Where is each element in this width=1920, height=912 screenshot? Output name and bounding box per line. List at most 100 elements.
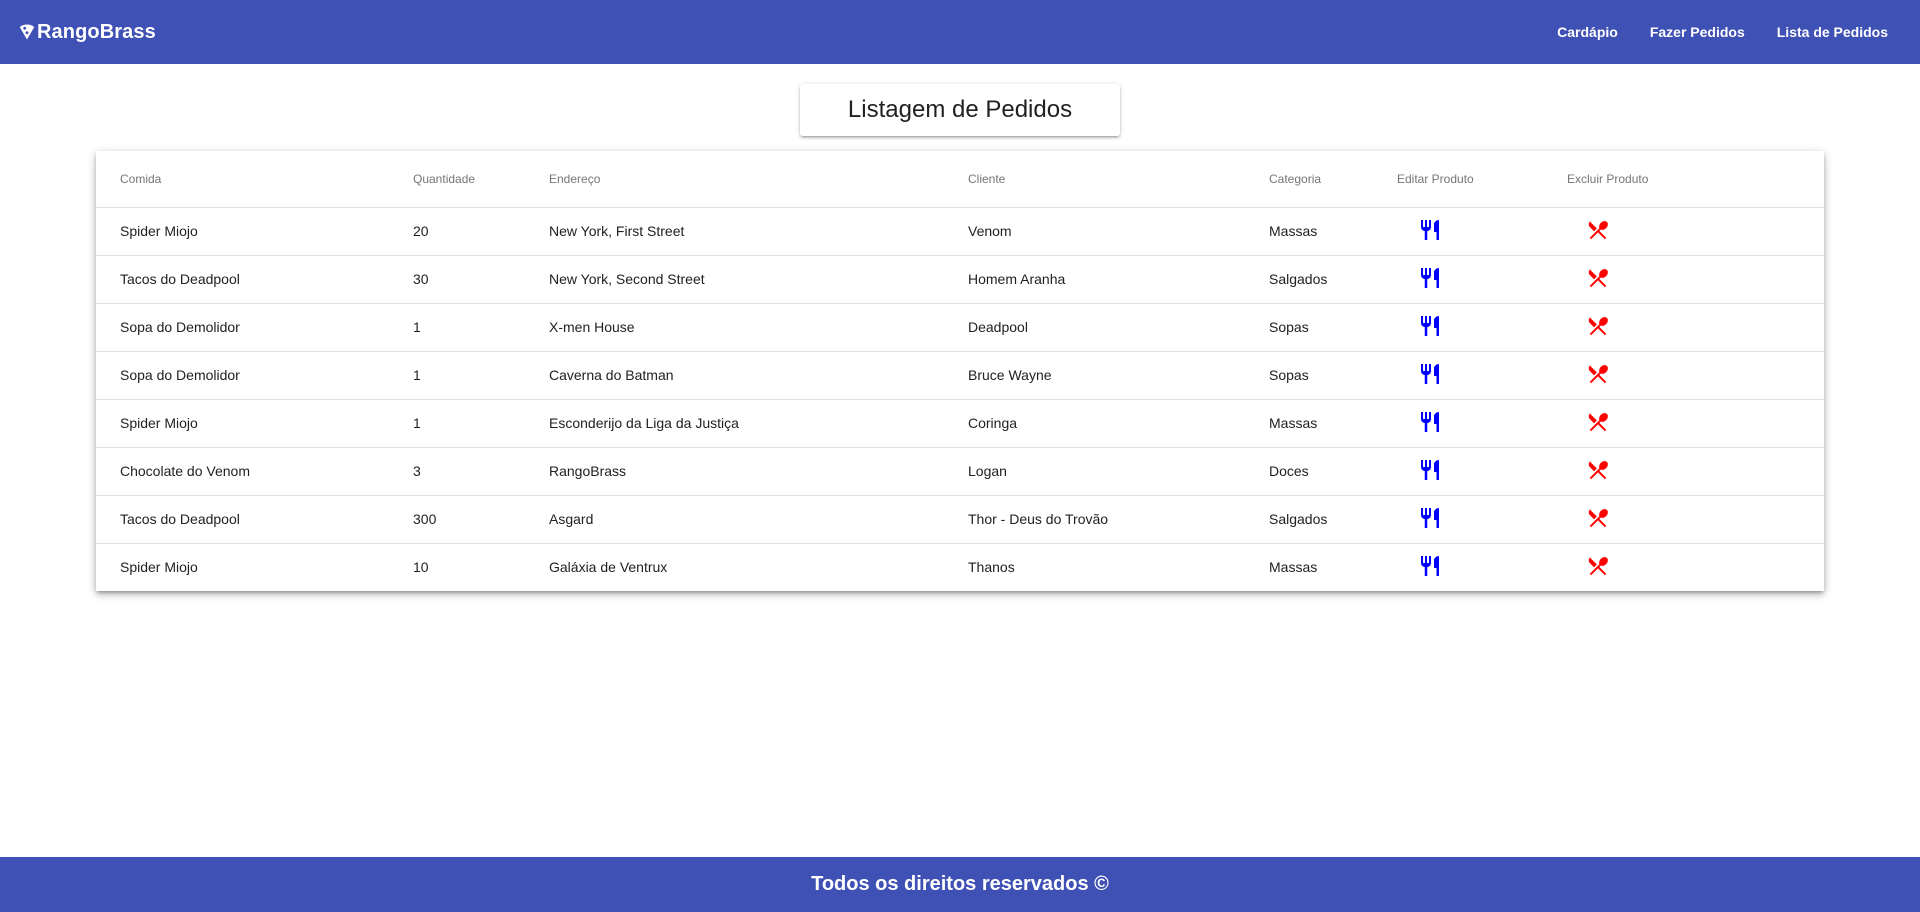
cell-editar [1397,543,1567,591]
delete-button[interactable] [1586,506,1610,530]
delete-button[interactable] [1586,218,1610,242]
header-categoria: Categoria [1269,151,1397,208]
pizza-icon [19,24,35,40]
edit-button[interactable] [1418,410,1442,434]
brand-logo[interactable]: RangoBrass [18,21,156,44]
fork-knife-icon [1418,218,1442,242]
delete-button[interactable] [1586,554,1610,578]
delete-button[interactable] [1586,314,1610,338]
cell-editar [1397,447,1567,496]
delete-button[interactable] [1586,362,1610,386]
header-quantidade: Quantidade [413,151,549,208]
table-row: Spider Miojo 20 New York, First Street V… [96,207,1824,256]
cell-quantidade: 1 [413,303,549,352]
edit-button[interactable] [1418,506,1442,530]
cell-categoria: Sopas [1269,351,1397,400]
cell-cliente: Coringa [968,399,1269,448]
cell-endereco: New York, First Street [549,207,968,256]
table-row: Tacos do Deadpool 30 New York, Second St… [96,255,1824,304]
cell-comida: Tacos do Deadpool [96,495,413,544]
brand-name: RangoBrass [37,20,156,43]
cell-categoria: Massas [1269,559,1318,576]
crossed-fork-knife-icon [1586,506,1610,530]
fork-knife-icon [1418,554,1442,578]
table-row: Tacos do Deadpool 300 Asgard Thor - Deus… [96,495,1824,544]
cell-editar [1397,399,1567,448]
edit-button[interactable] [1418,218,1442,242]
nav-link-lista-de-pedidos[interactable]: Lista de Pedidos [1761,0,1902,64]
cell-excluir [1567,351,1824,400]
fork-knife-icon [1418,266,1442,290]
crossed-fork-knife-icon [1586,218,1610,242]
cell-cliente: Venom [968,207,1269,256]
fork-knife-icon [1418,410,1442,434]
nav-link-fazer-pedidos[interactable]: Fazer Pedidos [1634,0,1761,64]
cell-comida: Sopa do Demolidor [96,351,413,400]
cell-quantidade: 1 [413,351,549,400]
page-title: Listagem de Pedidos [800,84,1120,136]
edit-button[interactable] [1418,458,1442,482]
cell-endereco: New York, Second Street [549,255,968,304]
delete-button[interactable] [1586,458,1610,482]
crossed-fork-knife-icon [1586,554,1610,578]
cell-quantidade: 10 [413,559,429,576]
crossed-fork-knife-icon [1586,314,1610,338]
cell-quantidade: 1 [413,399,549,448]
cell-excluir [1567,447,1824,496]
edit-button[interactable] [1418,362,1442,386]
edit-button[interactable] [1418,554,1442,578]
cell-endereco: Asgard [549,495,968,544]
table-row: Chocolate do Venom 3 RangoBrass Logan Do… [96,447,1824,496]
cell-categoria: Sopas [1269,303,1397,352]
cell-editar [1397,495,1567,544]
nav-links: Cardápio Fazer Pedidos Lista de Pedidos [1541,0,1902,64]
cell-excluir [1567,207,1824,256]
cell-quantidade: 300 [413,495,549,544]
fork-knife-icon [1418,506,1442,530]
cell-endereco: Galáxia de Ventrux [549,559,668,576]
cell-endereco: X-men House [549,303,968,352]
cell-cliente: Bruce Wayne [968,351,1269,400]
cell-cliente: Homem Aranha [968,255,1269,304]
crossed-fork-knife-icon [1586,458,1610,482]
fork-knife-icon [1418,314,1442,338]
header-editar-produto: Editar Produto [1397,151,1567,208]
footer-text: Todos os direitos reservados © [811,873,1109,895]
fork-knife-icon [1418,458,1442,482]
crossed-fork-knife-icon [1586,266,1610,290]
cell-quantidade: 20 [413,207,549,256]
cell-editar [1397,351,1567,400]
cell-excluir [1567,255,1824,304]
cell-categoria: Salgados [1269,255,1397,304]
nav-link-cardapio[interactable]: Cardápio [1541,0,1634,64]
table-row: Spider Miojo 10 Galáxia de Ventrux Thano… [96,543,1824,591]
edit-button[interactable] [1418,314,1442,338]
cell-quantidade: 3 [413,447,549,496]
cell-editar [1397,207,1567,256]
crossed-fork-knife-icon [1586,410,1610,434]
cell-quantidade: 30 [413,255,549,304]
cell-endereco: Caverna do Batman [549,351,968,400]
cell-excluir [1567,543,1824,591]
cell-comida: Spider Miojo [96,399,413,448]
fork-knife-icon [1418,362,1442,386]
cell-categoria: Massas [1269,207,1397,256]
crossed-fork-knife-icon [1586,362,1610,386]
delete-button[interactable] [1586,410,1610,434]
cell-cliente: Deadpool [968,303,1269,352]
cell-cliente: Thanos [968,559,1015,576]
cell-cliente: Logan [968,447,1269,496]
cell-categoria: Massas [1269,399,1397,448]
delete-button[interactable] [1586,266,1610,290]
cell-endereco: Esconderijo da Liga da Justiça [549,399,968,448]
cell-excluir [1567,399,1824,448]
cell-excluir [1567,303,1824,352]
edit-button[interactable] [1418,266,1442,290]
orders-table-card: Comida Quantidade Endereço Cliente Categ… [96,151,1824,591]
header-excluir-produto: Excluir Produto [1567,151,1824,208]
table-row: Sopa do Demolidor 1 Caverna do Batman Br… [96,351,1824,400]
header-cliente: Cliente [968,151,1269,208]
top-navbar: RangoBrass Cardápio Fazer Pedidos Lista … [0,0,1920,64]
cell-cliente: Thor - Deus do Trovão [968,495,1269,544]
table-row: Sopa do Demolidor 1 X-men House Deadpool… [96,303,1824,352]
